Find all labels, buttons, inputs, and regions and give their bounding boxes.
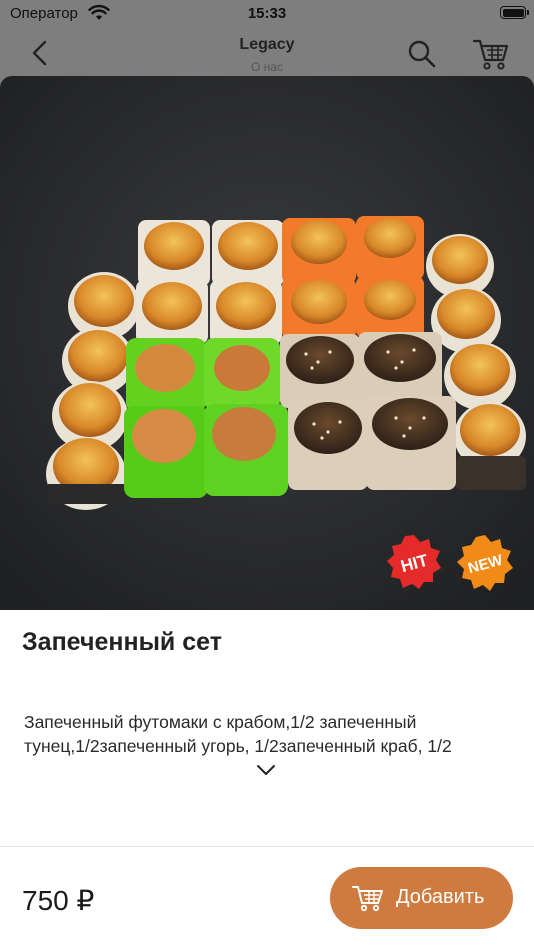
nav-bar: Legacy О нас [0,28,534,78]
product-title: Запеченный сет [22,628,222,656]
product-photo [0,76,534,610]
divider [0,846,534,847]
new-badge: NEW [457,535,513,591]
search-icon[interactable] [406,38,438,70]
product-description: Запеченный футомаки с крабом,1/2 запечен… [24,712,452,756]
add-button-label: Добавить [396,886,485,908]
hit-badge: HIT [387,535,441,589]
add-to-cart-button[interactable]: Добавить [330,867,513,929]
nav-title: Legacy [239,36,295,53]
cart-icon [352,886,383,912]
product-sheet: HIT NEW Запеченный сет Запеченный футома… [0,76,534,950]
battery-icon [500,6,529,19]
cart-icon[interactable] [472,36,510,72]
nav-subtitle-about-link[interactable]: О нас [0,60,534,74]
product-price: 750 ₽ [22,885,95,916]
clock: 15:33 [247,5,287,22]
chevron-down-icon[interactable] [254,762,278,778]
status-bar: Оператор 15:33 [0,0,534,28]
